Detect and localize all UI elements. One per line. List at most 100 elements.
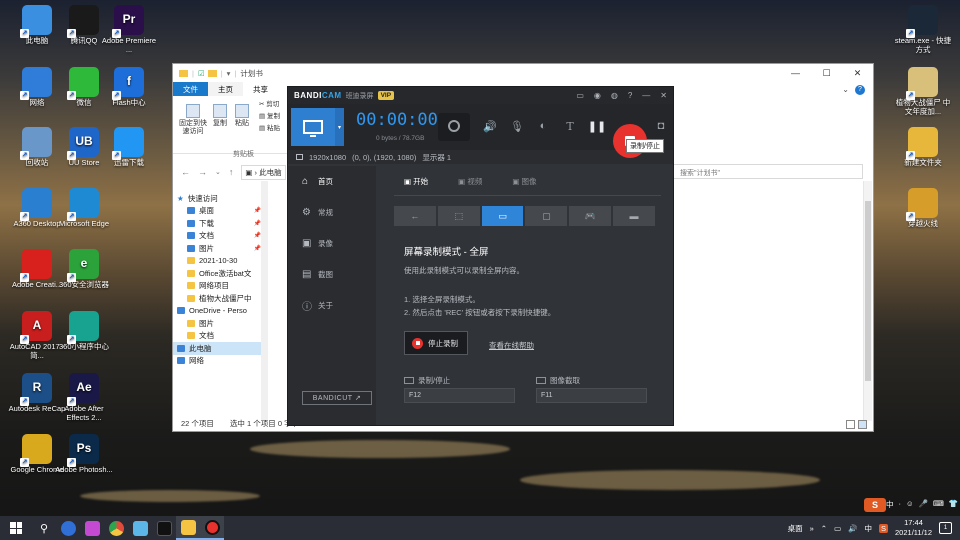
nav-pane-item[interactable]: 文档 xyxy=(173,330,261,343)
copy-path-button[interactable]: ▤ 复制 xyxy=(259,113,280,120)
hotkey-record-field[interactable]: F12 xyxy=(404,388,515,403)
close-button[interactable]: ✕ xyxy=(660,91,667,100)
nav-item-1[interactable]: ⚙ 常规 xyxy=(288,197,376,228)
desktop-icon[interactable]: PrAdobe Premiere ... xyxy=(100,5,158,54)
nav-item-2[interactable]: ▣ 录像 xyxy=(288,228,376,259)
nav-pane-item[interactable]: 此电脑 xyxy=(173,342,261,355)
mode-option-2[interactable]: ▭ xyxy=(481,206,524,226)
nav-pane-item[interactable]: 2021-10-30 xyxy=(173,255,261,268)
online-help-link[interactable]: 查看在线帮助 xyxy=(489,340,534,351)
nav-pane-item[interactable]: 网络 xyxy=(173,355,261,368)
large-icons-view-icon[interactable] xyxy=(858,420,867,429)
nav-item-3[interactable]: ▤ 截图 xyxy=(288,259,376,290)
sogou-icon[interactable]: S xyxy=(879,523,889,533)
subtab-2[interactable]: ▣ 图像 xyxy=(512,176,536,187)
show-desktop-label[interactable]: 桌面 xyxy=(788,523,803,534)
fullscreen-mode-button[interactable]: ▾ xyxy=(291,108,344,146)
address-bar[interactable]: ▣ › 此电脑 xyxy=(241,164,286,180)
mouse-click-icon[interactable]: ◐ xyxy=(534,117,552,135)
ime-tool-0[interactable]: 中 xyxy=(886,499,894,510)
nav-pane-item[interactable]: 文档 📌 xyxy=(173,230,261,243)
nav-item-4[interactable]: ⓘ 关于 xyxy=(288,290,376,321)
nav-pane-item[interactable]: ★ 快速访问 xyxy=(173,192,261,205)
chevron-down-icon[interactable]: ▾ xyxy=(227,69,231,78)
close-button[interactable]: ✕ xyxy=(842,64,873,82)
nav-pane-item[interactable]: 桌面 📌 xyxy=(173,205,261,218)
desktop-icon[interactable]: 植物大战僵尸 中文年度加... xyxy=(894,67,952,116)
notification-icon[interactable]: 1 xyxy=(939,522,952,534)
lock-icon[interactable]: ◍ xyxy=(611,91,618,100)
ime-tool-2[interactable]: ☺ xyxy=(906,499,914,510)
paste-shortcut-button[interactable]: ▤ 粘贴 xyxy=(259,125,280,132)
stop-recording-button[interactable]: 停止录制 xyxy=(404,331,468,355)
navigation-scrollbar[interactable] xyxy=(261,181,268,421)
content-scrollbar[interactable] xyxy=(863,181,872,421)
scrollbar-thumb[interactable] xyxy=(865,201,871,381)
desktop-icon[interactable]: AeAdobe After Effects 2... xyxy=(55,373,113,422)
taskbar-bandicam[interactable] xyxy=(200,516,224,540)
minimize-button[interactable]: — xyxy=(780,64,811,82)
nav-pane-item[interactable]: 图片 xyxy=(173,317,261,330)
nav-pane-item[interactable]: 下载 📌 xyxy=(173,217,261,230)
start-button[interactable] xyxy=(0,516,32,540)
ime-tool-5[interactable]: 👕 xyxy=(949,499,958,510)
screenshot-camera-icon[interactable]: ◘ xyxy=(652,117,670,135)
cut-button[interactable]: ✂ 剪切 xyxy=(259,101,279,108)
chevron-down-icon[interactable]: ⌄ xyxy=(842,85,849,94)
chevron-up-icon[interactable]: ⌃ xyxy=(821,524,827,533)
chevron-down-icon[interactable]: ⌄ xyxy=(215,168,221,176)
nav-pane-item[interactable]: 网络项目 xyxy=(173,280,261,293)
tab-share[interactable]: 共享 xyxy=(243,82,278,96)
taskbar-chrome[interactable] xyxy=(104,516,128,540)
microphone-icon[interactable]: 🎙 xyxy=(508,117,526,135)
network-icon[interactable]: ▭ xyxy=(834,524,841,533)
nav-pane-item[interactable]: 植物大战僵尸中 xyxy=(173,292,261,305)
desktop-icon[interactable]: 穿越火线 xyxy=(894,188,952,229)
back-icon[interactable]: ← xyxy=(181,167,190,177)
search-button[interactable]: ⚲ xyxy=(32,516,56,540)
tab-file[interactable]: 文件 xyxy=(173,82,208,96)
folder-icon[interactable]: ▭ xyxy=(576,91,584,100)
subtab-1[interactable]: ▣ 视频 xyxy=(458,176,482,187)
sogou-ime-icon[interactable]: S xyxy=(864,498,886,512)
pause-icon[interactable]: ❚❚ xyxy=(588,117,606,135)
help-icon[interactable]: ? xyxy=(628,91,632,100)
maximize-button[interactable]: ☐ xyxy=(811,64,842,82)
desktop-icon[interactable]: e360安全浏览器 xyxy=(55,249,113,290)
subtab-0[interactable]: ▣ 开始 xyxy=(404,176,428,187)
mode-option-3[interactable]: ▢ xyxy=(525,206,568,226)
nav-pane-item[interactable]: Office激活bat文 xyxy=(173,267,261,280)
desktop-icon[interactable]: Microsoft Edge xyxy=(55,188,113,229)
forward-icon[interactable]: → xyxy=(198,167,207,177)
minimize-button[interactable]: — xyxy=(642,91,650,100)
taskbar-file-explorer[interactable] xyxy=(176,516,200,540)
mode-option-1[interactable]: ⬚ xyxy=(437,206,480,226)
paste-button[interactable]: 粘贴 xyxy=(233,104,251,128)
desktop-icon[interactable]: 360小程序中心 xyxy=(55,311,113,352)
taskbar-app-3[interactable] xyxy=(128,516,152,540)
ime-tool-1[interactable]: · xyxy=(899,499,902,510)
nav-pane-item[interactable]: OneDrive - Perso xyxy=(173,305,261,318)
camera-settings-icon[interactable]: ◉ xyxy=(594,91,601,100)
volume-icon[interactable]: 🔊 xyxy=(848,524,857,533)
copy-button[interactable]: 复制 xyxy=(211,104,229,128)
mode-option-4[interactable]: 🎮 xyxy=(569,206,612,226)
desktop-icon[interactable]: fFlash中心 xyxy=(100,67,158,108)
tab-home[interactable]: 主页 xyxy=(208,82,243,96)
mode-option-5[interactable]: ▬ xyxy=(613,206,655,226)
chevron-down-icon[interactable]: ▾ xyxy=(335,108,344,146)
taskbar-app-1[interactable] xyxy=(56,516,80,540)
desktop-icon[interactable]: PsAdobe Photosh... xyxy=(55,434,113,475)
text-overlay-icon[interactable]: T xyxy=(561,117,579,135)
ime-tool-4[interactable]: ⌨ xyxy=(933,499,944,510)
chevron-right-icon[interactable]: » xyxy=(810,524,814,533)
pin-quick-access-button[interactable]: 固定到快速访问 xyxy=(177,104,209,135)
bandicut-button[interactable]: BANDICUT ↗ xyxy=(302,391,372,405)
search-input[interactable]: 搜索"计划书" xyxy=(673,164,863,179)
mode-option-0[interactable]: ← xyxy=(394,206,436,226)
help-icon[interactable]: ? xyxy=(855,85,865,95)
hotkey-capture-field[interactable]: F11 xyxy=(536,388,647,403)
up-icon[interactable]: ↑ xyxy=(229,167,234,177)
ime-tool-3[interactable]: 🎤 xyxy=(919,499,928,510)
folder-icon[interactable] xyxy=(207,69,217,77)
